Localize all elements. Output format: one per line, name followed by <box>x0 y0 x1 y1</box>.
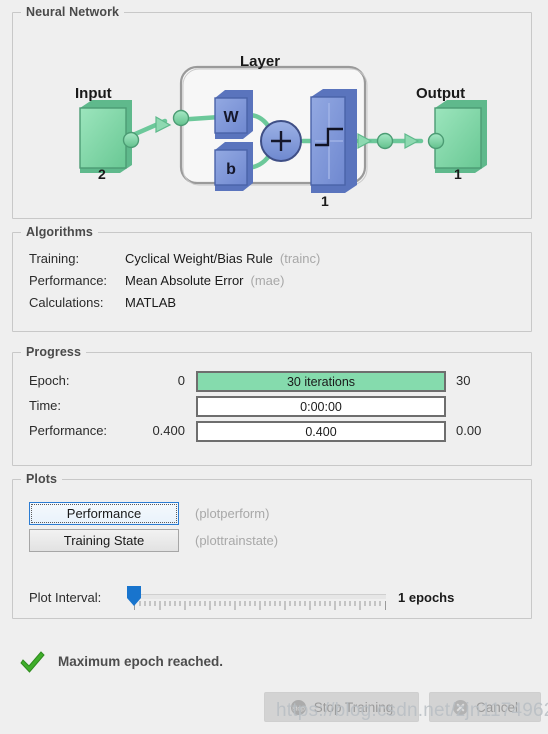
time-label: Time: <box>29 398 62 413</box>
status-message: Maximum epoch reached. <box>58 654 224 669</box>
plots-legend: Plots <box>21 472 63 486</box>
time-progress-text: 0:00:00 <box>300 400 342 414</box>
stop-training-label: Stop Training <box>313 699 394 715</box>
progress-group: Progress Epoch: 0 30 iterations 30 Time:… <box>12 345 532 466</box>
input-label: Input <box>75 85 112 102</box>
slider-thumb[interactable] <box>126 585 142 607</box>
output-label: Output <box>416 85 466 102</box>
training-key: Training: <box>29 251 80 266</box>
epoch-progress-text: 30 iterations <box>286 375 356 389</box>
svg-text:W: W <box>223 109 239 126</box>
plot-interval-label: Plot Interval: <box>29 590 102 605</box>
algorithms-legend: Algorithms <box>21 225 98 239</box>
epoch-max: 30 <box>456 373 471 388</box>
plot-interval-epochs: 1 epochs <box>398 590 455 605</box>
layer-count: 1 <box>321 193 329 209</box>
svg-text:stop: stop <box>292 705 305 712</box>
training-function: (trainc) <box>279 251 321 266</box>
perf-label: Performance: <box>29 423 108 438</box>
performance-function: (mae) <box>250 273 285 288</box>
calculations-key: Calculations: <box>29 295 104 310</box>
training-state-plot-function: (plottrainstate) <box>195 533 279 548</box>
algorithm-row-calculations: Calculations: MATLAB <box>29 295 176 310</box>
perf-start: 0.400 <box>152 423 185 438</box>
progress-legend: Progress <box>21 345 86 359</box>
perf-goal: 0.00 <box>456 423 482 438</box>
algorithm-row-training: Training: Cyclical Weight/Bias Rule (train… <box>29 251 320 266</box>
green-check-icon <box>20 651 45 673</box>
perf-progress-bar: 0.400 <box>196 421 446 442</box>
training-state-plot-button[interactable]: Training State <box>29 529 179 552</box>
cancel-button[interactable]: Cancel <box>429 692 541 722</box>
stop-sign-icon: stop <box>290 699 306 715</box>
stop-training-button[interactable]: stop Stop Training <box>264 692 419 722</box>
calculations-value: MATLAB <box>125 295 177 310</box>
progress-row-performance: Performance: 0.400 0.400 0.00 <box>13 421 531 443</box>
progress-row-epoch: Epoch: 0 30 iterations 30 <box>13 371 531 393</box>
epoch-min: 0 <box>177 373 185 388</box>
time-progress-bar: 0:00:00 <box>196 396 446 417</box>
input-count: 2 <box>98 166 106 182</box>
performance-key: Performance: <box>29 273 108 288</box>
performance-value: Mean Absolute Error <box>125 273 244 288</box>
perf-progress-text: 0.400 <box>305 425 337 439</box>
progress-row-time: Time: 0:00:00 <box>13 396 531 418</box>
slider-track <box>134 594 386 599</box>
algorithm-row-performance: Performance: Mean Absolute Error (mae) <box>29 273 284 288</box>
epoch-label: Epoch: <box>29 373 70 388</box>
performance-plot-button[interactable]: Performance <box>29 502 179 525</box>
neural-network-group: Neural Network W b Input 2 Layer 1 Outpu… <box>12 5 532 219</box>
algorithms-group: Algorithms Training: Cyclical Weight/Bias… <box>12 225 532 332</box>
plot-interval-slider[interactable] <box>126 585 386 615</box>
neural-network-diagram: W b <box>79 65 487 193</box>
cancel-circle-icon <box>452 699 469 715</box>
training-value: Cyclical Weight/Bias Rule <box>125 251 273 266</box>
cancel-label: Cancel <box>475 699 519 715</box>
layer-label: Layer <box>240 53 281 70</box>
output-count: 1 <box>454 166 462 182</box>
performance-plot-function: (plotperform) <box>195 506 270 521</box>
plots-group: Plots Performance (plotperform) Training… <box>12 472 532 619</box>
epoch-progress-bar: 30 iterations <box>196 371 446 392</box>
svg-text:b: b <box>226 161 236 178</box>
slider-tick-marks <box>134 601 386 610</box>
